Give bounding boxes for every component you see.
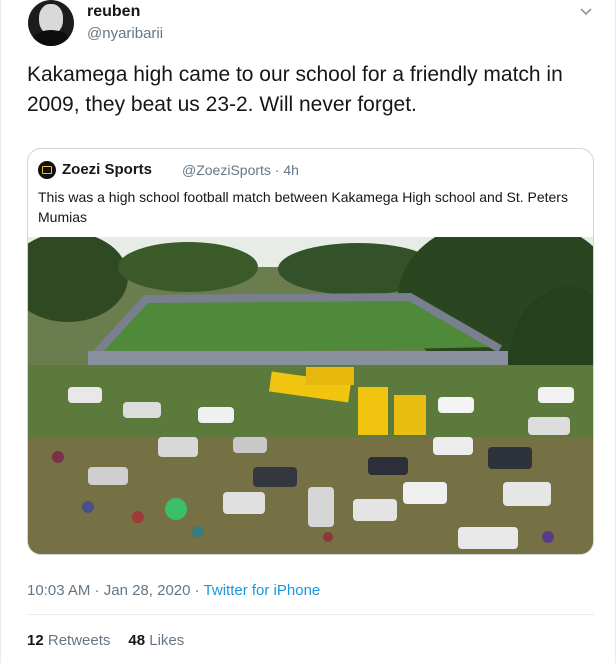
- likes-label: Likes: [149, 632, 185, 649]
- quoted-author-handle: @ZoeziSports: [182, 162, 271, 178]
- likes-stat[interactable]: 48 Likes: [128, 632, 184, 649]
- zoezi-logo-icon: [38, 161, 56, 179]
- football-pitch-photo: [28, 237, 593, 554]
- quoted-text: This was a high school football match be…: [38, 189, 568, 225]
- retweets-label: Retweets: [47, 632, 111, 649]
- retweets-stat[interactable]: 12 Retweets: [27, 632, 110, 649]
- separator: ·: [270, 162, 284, 178]
- quoted-image[interactable]: [28, 237, 593, 554]
- avatar[interactable]: [28, 0, 74, 46]
- avatar-body: [32, 30, 70, 46]
- quoted-time: 4h: [283, 162, 299, 178]
- tweet-text: Kakamega high came to our school for a f…: [27, 63, 563, 116]
- quoted-author-name: Zoezi Sports: [62, 161, 153, 178]
- separator: ·: [90, 582, 104, 599]
- tweet-source-link[interactable]: Twitter for iPhone: [204, 582, 321, 599]
- author-name[interactable]: reuben: [87, 3, 140, 21]
- tweet-card: reuben @nyaribarii Kakamega high came to…: [0, 0, 616, 663]
- quoted-author-meta: @ZoeziSports · 4h: [182, 162, 299, 178]
- tweet-stats: 12 Retweets 48 Likes: [27, 632, 184, 649]
- tweet-meta: 10:03 AM · Jan 28, 2020 · Twitter for iP…: [27, 582, 320, 599]
- divider: [27, 614, 594, 615]
- author-handle[interactable]: @nyaribarii: [87, 25, 163, 42]
- tweet-date[interactable]: Jan 28, 2020: [104, 582, 191, 599]
- quoted-tweet[interactable]: Zoezi Sports @ZoeziSports · 4h This was …: [27, 148, 594, 555]
- chevron-down-icon[interactable]: [578, 3, 594, 19]
- retweets-count: 12: [27, 632, 44, 649]
- separator: ·: [190, 582, 204, 599]
- tweet-time[interactable]: 10:03 AM: [27, 582, 90, 599]
- likes-count: 48: [128, 632, 146, 649]
